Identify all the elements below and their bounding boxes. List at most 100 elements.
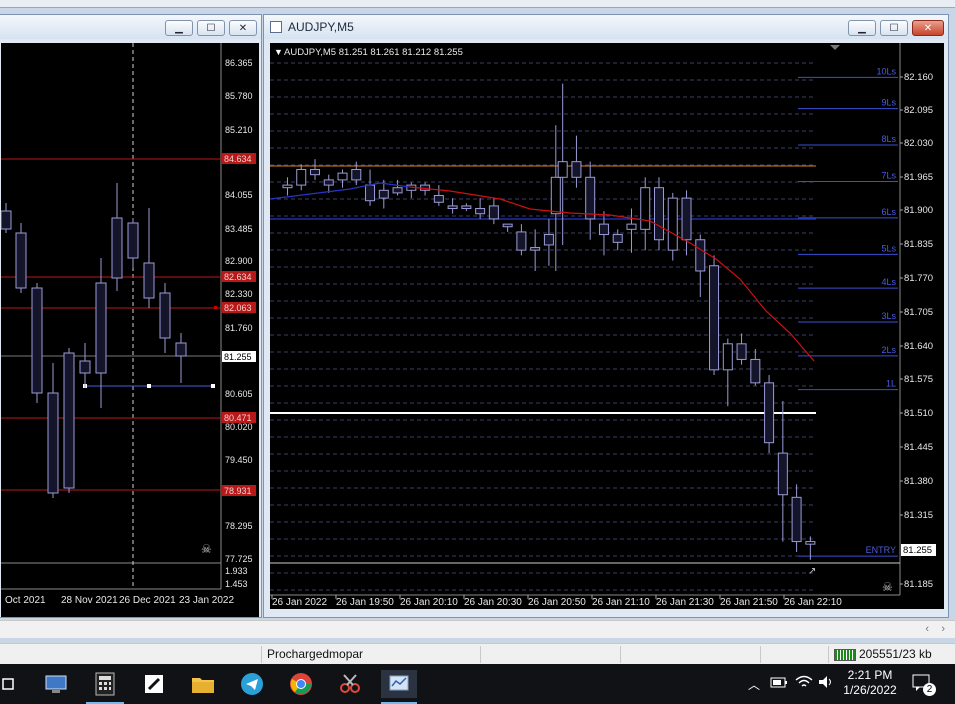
scroll-left-icon[interactable]: ‹: [925, 623, 929, 635]
window-title: AUDJPY,M5: [288, 20, 354, 34]
candle-body: [695, 239, 706, 272]
x-axis-label: 26 Jan 2022: [272, 597, 327, 608]
scroll-right-icon[interactable]: ›: [941, 623, 945, 635]
level-label: 7Ls: [881, 170, 896, 180]
candle-body: [111, 217, 123, 279]
x-axis-label: Oct 2021: [5, 595, 46, 606]
battery-icon[interactable]: [770, 675, 788, 692]
chrome-icon[interactable]: [286, 670, 316, 698]
candle-body: [392, 187, 403, 194]
level-label: 8Ls: [881, 134, 896, 144]
audjpy-chart-area[interactable]: 10Ls 9Ls 8Ls 7Ls 6Ls 5Ls 4Ls 3Ls 2Ls 1L ENTRY 82.16…: [270, 43, 944, 609]
y-axis-label: 82.030: [904, 138, 933, 149]
dropdown-triangle-icon: ▼: [274, 47, 283, 57]
status-traffic: 205551/23 kb: [828, 646, 955, 663]
candle-body: [709, 265, 720, 371]
show-hidden-icons-icon[interactable]: ︿: [748, 676, 760, 693]
candle-body: [502, 223, 513, 228]
status-empty-2: [620, 646, 760, 663]
clock-time: 2:21 PM: [847, 668, 893, 682]
level-label: 5Ls: [881, 243, 896, 253]
candle-body: [777, 452, 788, 496]
candle-body: [667, 197, 678, 251]
candle-body: [378, 189, 389, 199]
candle-body: [447, 205, 458, 210]
candle-body: [63, 352, 75, 489]
level-label: 10Ls: [876, 66, 896, 76]
candle-body: [585, 176, 596, 220]
audjpy-chart-svg: 10Ls 9Ls 8Ls 7Ls 6Ls 5Ls 4Ls 3Ls 2Ls 1L ENTRY 82.16…: [270, 43, 936, 608]
maximize-button[interactable]: ☐: [880, 20, 908, 36]
windows-taskbar: ︿ 2:21 PM 1/26/2022 2: [0, 664, 955, 704]
wifi-icon[interactable]: [795, 675, 813, 692]
candle-body: [31, 287, 43, 394]
left-window-titlebar[interactable]: ▁ ☐ ✕: [0, 15, 261, 39]
x-axis-label: 26 Jan 21:30: [656, 597, 714, 608]
task-view-icon[interactable]: [0, 670, 18, 698]
y-axis-label: 81.900: [904, 205, 933, 216]
y-axis-label: 81.445: [904, 442, 933, 453]
calculator-icon[interactable]: [90, 670, 120, 698]
y-axis-label: 81.510: [904, 408, 933, 419]
minimize-button[interactable]: ▁: [165, 20, 193, 36]
status-bar: Prochargedmopar 205551/23 kb: [0, 643, 955, 664]
notifications-icon[interactable]: 2: [912, 674, 938, 696]
x-axis-label: 26 Jan 20:30: [464, 597, 522, 608]
current-price-label: 81.255: [903, 545, 932, 556]
y-axis-label: 81.380: [904, 476, 933, 487]
y-axis-label: 81.315: [904, 510, 933, 521]
candle-body: [47, 392, 59, 494]
minimize-button[interactable]: ▁: [848, 20, 876, 36]
status-empty-3: [760, 646, 828, 663]
candle-body: [461, 205, 472, 210]
level-label: 3Ls: [881, 311, 896, 321]
clock-date: 1/26/2022: [843, 683, 897, 697]
x-axis-label: 26 Jan 22:10: [784, 597, 842, 608]
candle-body: [475, 208, 486, 215]
candle-body: [654, 187, 664, 241]
level-label: 4Ls: [881, 277, 896, 287]
candle-body: [681, 197, 692, 241]
candle-body: [323, 179, 334, 186]
telegram-icon[interactable]: [237, 670, 267, 698]
maximize-button[interactable]: ☐: [197, 20, 225, 36]
notes-app-icon[interactable]: [139, 670, 169, 698]
x-axis-label: 26 Jan 21:10: [592, 597, 650, 608]
left-chart-window: ▁ ☐ ✕ ☠ 86.365 85.780 85.210 84.634 84.055 83.…: [0, 14, 262, 618]
candle-body: [805, 541, 816, 545]
metatrader-icon[interactable]: [381, 670, 417, 698]
clock[interactable]: 2:21 PM 1/26/2022: [840, 668, 900, 698]
remote-desktop-icon[interactable]: [41, 670, 71, 698]
candle-body: [296, 168, 307, 186]
level-price-label: 84.634: [224, 154, 252, 164]
y-axis-label: 82.900: [225, 256, 253, 266]
close-button[interactable]: ✕: [912, 20, 944, 36]
level-price-label: 82.063: [224, 303, 252, 313]
level-label: ENTRY: [866, 545, 896, 555]
candle-body: [626, 223, 637, 230]
candle-body: [550, 176, 561, 215]
file-explorer-icon[interactable]: [188, 670, 218, 698]
candle-body: [127, 222, 139, 259]
candle-body: [15, 232, 27, 289]
audjpy-window-titlebar[interactable]: AUDJPY,M5 ▁ ☐ ✕: [264, 15, 948, 39]
left-chart-svg: ☠ 86.365 85.780 85.210 84.634 84.055 83.485 82.…: [1, 43, 256, 606]
x-axis-label: 26 Jan 21:50: [720, 597, 778, 608]
left-chart-area[interactable]: ☠ 86.365 85.780 85.210 84.634 84.055 83.485 82.…: [1, 43, 259, 617]
notification-count: 2: [923, 683, 936, 696]
candle-body: [750, 358, 761, 384]
snipping-tool-icon[interactable]: [335, 670, 365, 698]
candle-body: [736, 343, 747, 360]
candle-body: [764, 382, 775, 444]
y-axis-label: 81.760: [225, 323, 253, 333]
candle-body: [557, 161, 568, 178]
y-axis-label: 79.450: [225, 455, 253, 465]
connection-bars-icon: [834, 648, 856, 661]
x-axis-label: 26 Jan 20:10: [400, 597, 458, 608]
candle-body: [365, 184, 376, 202]
close-button[interactable]: ✕: [229, 20, 257, 36]
y-axis-label: 84.055: [225, 190, 253, 200]
status-empty-1: [480, 646, 620, 663]
volume-icon[interactable]: [817, 674, 835, 693]
y-axis-label: 1.453: [225, 579, 248, 589]
